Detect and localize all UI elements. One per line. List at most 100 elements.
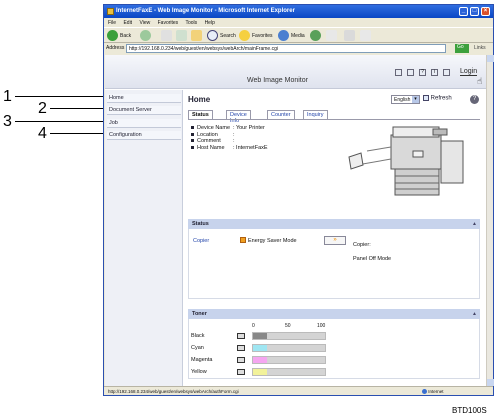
refresh-button[interactable]: Refresh	[423, 95, 452, 102]
help-button[interactable]: ?	[470, 95, 479, 104]
mail-icon[interactable]	[326, 30, 337, 41]
title-bar: InternetFaxE - Web Image Monitor - Micro…	[104, 5, 493, 18]
page-header: ? i Login ☝ Web Image Monitor	[105, 55, 486, 89]
menu-edit[interactable]: Edit	[123, 20, 132, 26]
ie-app-icon	[107, 8, 114, 15]
forward-icon[interactable]	[140, 30, 151, 41]
help-icon[interactable]: ?	[419, 69, 426, 76]
callout-4: 4	[38, 125, 47, 142]
toner-name: Black	[191, 333, 205, 339]
energy-saver-icon	[240, 237, 246, 243]
login-link[interactable]: Login	[460, 68, 478, 76]
toner-name: Magenta	[191, 357, 213, 363]
go-button[interactable]: Go	[455, 44, 469, 53]
collapse-icon[interactable]: ▲	[472, 221, 477, 227]
vertical-scrollbar[interactable]	[486, 55, 494, 386]
address-input[interactable]: http://192.168.0.234/web/guest/en/websys…	[126, 44, 446, 53]
search-icon[interactable]	[207, 30, 218, 41]
menu-view[interactable]: View	[139, 20, 150, 26]
toner-level-bar	[252, 368, 326, 376]
print-icon[interactable]	[344, 30, 355, 41]
toner-panel-header: Toner ▲	[188, 309, 480, 319]
refresh-label: Refresh	[430, 95, 452, 102]
toner-panel-title: Toner	[192, 311, 207, 317]
sidebar-item-configuration[interactable]: Configuration	[107, 131, 181, 140]
links-label[interactable]: Links	[474, 45, 486, 51]
device-info-list: Device Name: Your Printer Location: Comm…	[191, 125, 268, 151]
main-title: Home	[188, 95, 211, 104]
edit-icon[interactable]	[360, 30, 371, 41]
window-title: InternetFaxE - Web Image Monitor - Micro…	[116, 8, 295, 14]
language-select[interactable]: English ▾	[391, 95, 420, 104]
search-icon[interactable]	[407, 69, 414, 76]
security-zone: Internet	[422, 389, 444, 395]
refresh-icon	[423, 95, 429, 101]
maximize-button[interactable]: □	[470, 7, 479, 16]
browser-window: InternetFaxE - Web Image Monitor - Micro…	[103, 4, 494, 396]
menu-bar: File Edit View Favorites Tools Help	[104, 18, 493, 27]
favorites-label[interactable]: Favorites	[252, 33, 273, 39]
toner-level-fill	[253, 345, 268, 351]
refresh-page-icon[interactable]	[176, 30, 187, 41]
toner-cartridge-icon	[237, 345, 245, 351]
home-icon[interactable]	[191, 30, 202, 41]
back-label[interactable]: Back	[120, 33, 131, 39]
search-label[interactable]: Search	[220, 33, 236, 39]
info-row: Host Name : InternetFaxE	[191, 145, 268, 152]
tab-divider	[188, 119, 480, 120]
figure-id: BTD100S	[452, 406, 487, 415]
detail-arrow-button[interactable]: »	[324, 236, 346, 245]
toolbar: Back Search Favorites Media	[104, 27, 493, 43]
menu-help[interactable]: Help	[205, 20, 215, 26]
favorites-icon[interactable]	[239, 30, 250, 41]
address-bar: Address http://192.168.0.234/web/guest/e…	[104, 43, 493, 54]
toner-cartridge-icon	[237, 333, 245, 339]
toner-name: Cyan	[191, 345, 204, 351]
language-value: English	[394, 97, 411, 103]
toner-scale-50: 50	[285, 323, 291, 329]
info-value: : InternetFaxE	[233, 144, 268, 151]
login-icon[interactable]	[443, 69, 450, 76]
sidebar-item-home[interactable]: Home	[107, 94, 181, 103]
media-label[interactable]: Media	[291, 33, 305, 39]
toner-scale-100: 100	[317, 323, 326, 329]
toner-level-bar	[252, 332, 326, 340]
callout-1: 1	[3, 88, 12, 105]
callout-2: 2	[38, 100, 47, 117]
scroll-up-icon[interactable]	[487, 55, 494, 62]
menu-favorites[interactable]: Favorites	[158, 20, 179, 26]
toner-level-bar	[252, 344, 326, 352]
callout-line-3	[15, 121, 111, 122]
minimize-button[interactable]: _	[459, 7, 468, 16]
info-label: Host Name	[197, 144, 225, 151]
address-label: Address	[106, 45, 125, 51]
printer-icon[interactable]	[395, 69, 402, 76]
web-image-monitor-page: ? i Login ☝ Web Image Monitor Home Docum…	[105, 55, 486, 386]
menu-file[interactable]: File	[108, 20, 116, 26]
toner-level-fill	[253, 369, 268, 375]
status-url: http://192.168.0.234/web/guest/en/websys…	[108, 389, 239, 394]
copier-link[interactable]: Copier	[193, 238, 209, 244]
back-icon[interactable]	[107, 30, 118, 41]
page-title: Web Image Monitor	[247, 77, 308, 84]
scroll-down-icon[interactable]	[487, 379, 494, 386]
sidebar-item-document-server[interactable]: Document Server	[107, 106, 181, 115]
printer-illustration	[348, 126, 464, 196]
close-button[interactable]: ×	[481, 7, 490, 16]
history-icon[interactable]	[310, 30, 321, 41]
sidebar-item-job[interactable]: Job	[107, 119, 181, 128]
callout-line-4	[50, 133, 111, 134]
info-icon[interactable]: i	[431, 69, 438, 76]
zone-label: Internet	[428, 389, 444, 394]
sidebar: Home Document Server Job Configuration	[105, 90, 183, 386]
media-icon[interactable]	[278, 30, 289, 41]
collapse-icon[interactable]: ▲	[472, 311, 477, 317]
menu-tools[interactable]: Tools	[185, 20, 197, 26]
toner-level-fill	[253, 333, 268, 339]
callout-3: 3	[3, 113, 12, 130]
info-value: :	[233, 131, 235, 138]
stop-icon[interactable]	[161, 30, 172, 41]
callout-line-1	[15, 96, 111, 97]
status-panel-header: Status ▲	[188, 219, 480, 229]
info-value: :	[233, 138, 235, 144]
